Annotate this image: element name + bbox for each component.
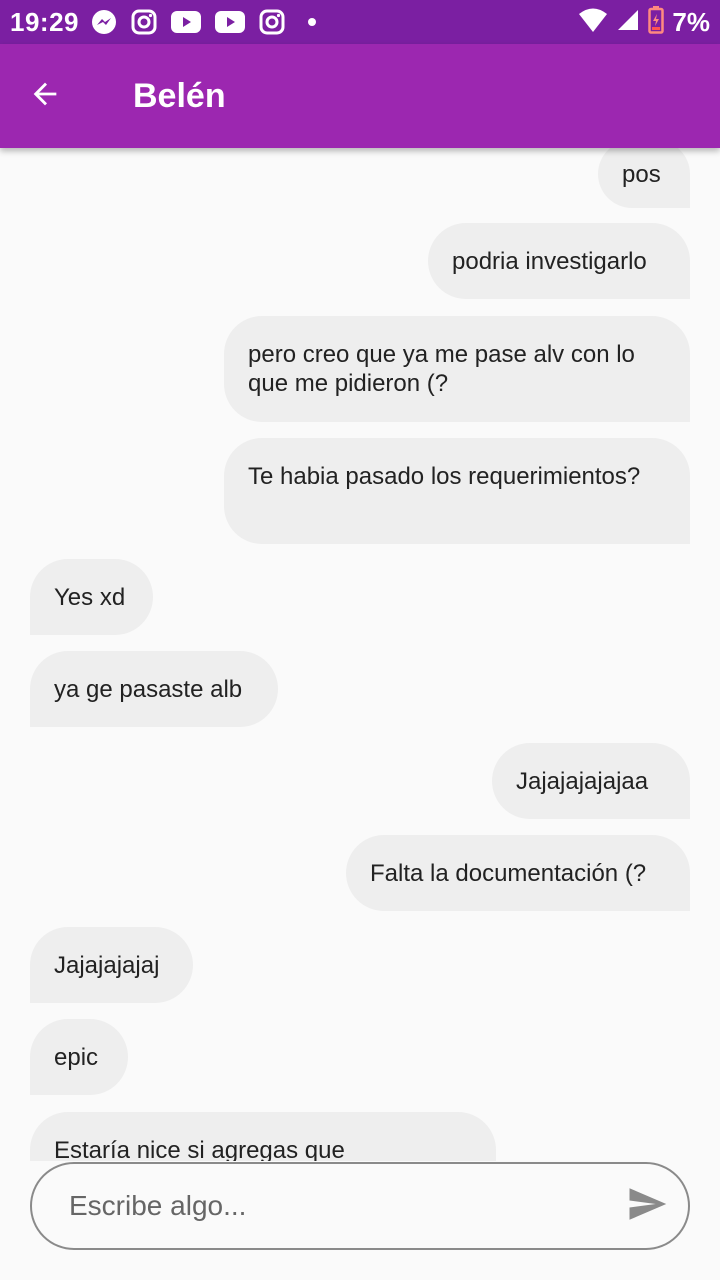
instagram-icon (131, 9, 157, 35)
message-bubble-received: Jajajajajaj (30, 927, 193, 1003)
message-bubble-sent: pos (598, 148, 690, 208)
message-bubble-sent: Jajajajajajaa (492, 743, 690, 819)
message-bubble-sent: pero creo que ya me pase alv con lo que … (224, 316, 690, 422)
message-bubble-sent: Falta la documentación (? (346, 835, 690, 911)
message-bubble-received: ya ge pasaste alb (30, 651, 278, 727)
message-bubble-received: Yes xd (30, 559, 153, 635)
send-icon (626, 1183, 668, 1230)
notification-icons (91, 9, 325, 35)
youtube-icon (171, 11, 201, 33)
message-bubble-sent: Te habia pasado los requerimientos? (224, 438, 690, 544)
chat-title: Belén (133, 76, 226, 115)
system-icons: 7% (578, 5, 710, 39)
message-input[interactable] (67, 1189, 624, 1223)
youtube-icon (215, 11, 245, 33)
battery-low-icon (648, 5, 665, 39)
message-bubble-sent: podria investigarlo (428, 223, 690, 299)
messenger-icon (91, 9, 117, 35)
message-composer (30, 1162, 690, 1250)
status-bar: 19:29 7% (0, 0, 720, 44)
status-time: 19:29 (10, 6, 79, 37)
dot-icon (299, 9, 325, 35)
message-list[interactable]: pos podria investigarlo pero creo que ya… (0, 148, 720, 1161)
back-button[interactable] (0, 44, 90, 148)
signal-icon (616, 8, 640, 37)
instagram-icon (259, 9, 285, 35)
message-bubble-received: Estaría nice si agregas que (30, 1112, 496, 1161)
app-bar: Belén (0, 44, 720, 148)
arrow-back-icon (28, 77, 62, 116)
battery-percent: 7% (672, 6, 710, 37)
message-bubble-received: epic (30, 1019, 128, 1095)
wifi-icon (578, 7, 608, 38)
send-button[interactable] (624, 1183, 670, 1229)
